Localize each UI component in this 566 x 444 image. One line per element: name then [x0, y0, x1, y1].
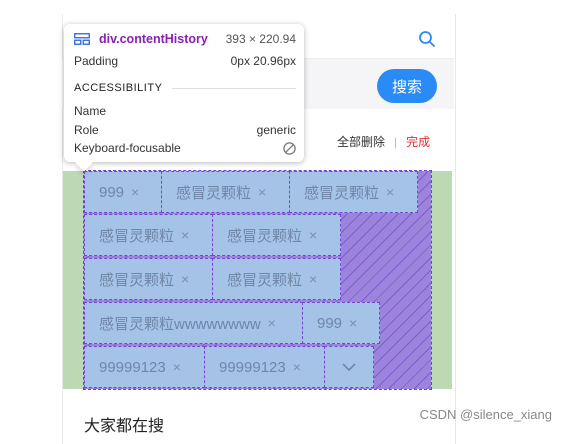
close-icon[interactable]: ×	[293, 359, 301, 375]
done-button[interactable]: 完成	[406, 133, 430, 150]
history-actions: 全部删除 | 完成	[337, 133, 430, 150]
focusable-label: Keyboard-focusable	[74, 141, 181, 155]
history-tag[interactable]: 感冒灵颗粒 ×	[212, 258, 341, 300]
history-tag-label: 感冒灵颗粒wwwwwwww	[99, 315, 261, 333]
close-icon[interactable]: ×	[173, 359, 181, 375]
history-tag[interactable]: 感冒灵颗粒 ×	[84, 258, 213, 300]
close-icon[interactable]: ×	[268, 315, 276, 331]
history-tag-label: 99999123	[99, 358, 166, 376]
history-tag-label: 感冒灵颗粒	[176, 184, 252, 202]
flex-layout-icon	[74, 33, 90, 45]
history-tag-label: 999	[99, 183, 125, 201]
search-button[interactable]: 搜索	[377, 69, 437, 103]
name-label: Name	[74, 104, 107, 118]
history-tag-label: 感冒灵颗粒	[304, 184, 380, 202]
delete-all-button[interactable]: 全部删除	[337, 133, 385, 150]
search-icon[interactable]	[418, 30, 436, 48]
watermark: CSDN @silence_xiang	[419, 407, 552, 422]
close-icon[interactable]: ×	[309, 227, 317, 243]
close-icon[interactable]: ×	[258, 184, 266, 200]
action-separator: |	[394, 134, 398, 149]
history-tag[interactable]: 感冒灵颗粒wwwwwwww ×	[84, 302, 303, 344]
section-divider	[172, 87, 296, 89]
accessibility-section-header: ACCESSIBILITY	[74, 82, 296, 94]
history-tag-label: 感冒灵颗粒	[227, 271, 303, 289]
chevron-down-icon	[342, 362, 356, 371]
tooltip-role-row: Role generic	[74, 123, 296, 137]
padding-value: 0px 20.96px	[230, 54, 296, 68]
tooltip-element-name: div.contentHistory	[99, 32, 208, 46]
content-history: 999 × 感冒灵颗粒 × 感冒灵颗粒 × 感冒灵颗粒 × 感冒灵颗粒 × 感冒灵颗粒 × …	[63, 170, 452, 390]
history-tag-label: 感冒灵颗粒	[99, 271, 175, 289]
role-value: generic	[256, 123, 296, 137]
history-tag-label: 感冒灵颗粒	[227, 227, 303, 245]
everyone-searching-title: 大家都在搜	[84, 418, 165, 435]
close-icon[interactable]: ×	[349, 315, 357, 331]
tooltip-dimensions: 393 × 220.94	[225, 32, 296, 46]
history-tag[interactable]: 感冒灵颗粒 ×	[212, 214, 341, 256]
accessibility-title: ACCESSIBILITY	[74, 82, 163, 94]
history-tag[interactable]: 感冒灵颗粒 ×	[84, 214, 213, 256]
close-icon[interactable]: ×	[386, 184, 394, 200]
tooltip-name-row: Name	[74, 104, 296, 118]
history-tag[interactable]: 999 ×	[84, 171, 162, 213]
no-entry-icon	[283, 141, 296, 155]
close-icon[interactable]: ×	[181, 227, 189, 243]
tooltip-header: div.contentHistory 393 × 220.94	[74, 32, 296, 46]
history-tag[interactable]: 99999123 ×	[204, 346, 325, 388]
expand-history-button[interactable]	[324, 346, 374, 388]
history-tag[interactable]: 999 ×	[302, 302, 380, 344]
close-icon[interactable]: ×	[131, 184, 139, 200]
tooltip-focusable-row: Keyboard-focusable	[74, 141, 296, 155]
history-tag-label: 感冒灵颗粒	[99, 227, 175, 245]
history-tag[interactable]: 感冒灵颗粒 ×	[289, 171, 418, 213]
tooltip-padding-row: Padding 0px 20.96px	[74, 54, 296, 68]
padding-label: Padding	[74, 54, 119, 68]
history-tag[interactable]: 感冒灵颗粒 ×	[161, 171, 290, 213]
history-tag-label: 99999123	[219, 358, 286, 376]
history-tag-label: 999	[317, 314, 343, 332]
role-label: Role	[74, 123, 99, 137]
history-tag[interactable]: 99999123 ×	[84, 346, 205, 388]
close-icon[interactable]: ×	[309, 271, 317, 287]
close-icon[interactable]: ×	[181, 271, 189, 287]
devtools-inspect-tooltip: div.contentHistory 393 × 220.94 Padding …	[64, 24, 304, 162]
